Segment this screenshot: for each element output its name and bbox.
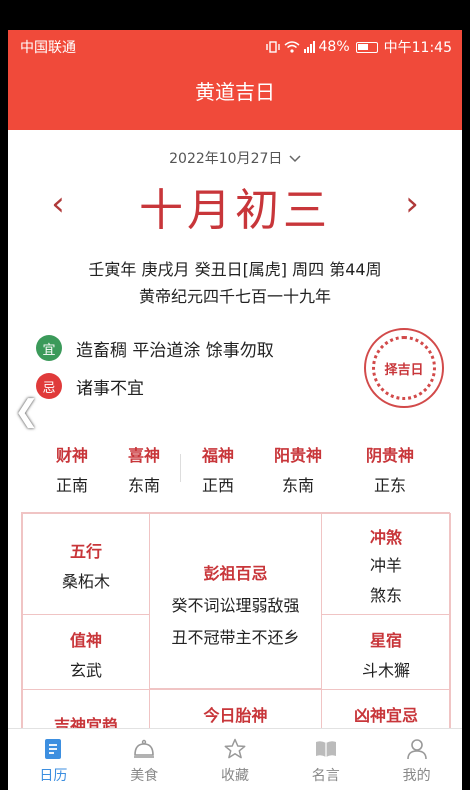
yi-text: 造畜稠 平治道涂 馀事勿取 [76, 340, 274, 361]
tab-label: 名言 [311, 768, 340, 784]
bottom-tab-bar: 日历 美食 收藏 名言 我的 [8, 728, 462, 790]
choose-auspicious-day-seal-button[interactable]: 择吉日 [364, 328, 444, 408]
ganzhi-line: 壬寅年 庚戌月 癸丑日[属虎] 周四 第44周 [88, 260, 382, 279]
back-gesture-icon[interactable]: ❮ [14, 394, 39, 429]
lunar-date: 十月初三 [139, 185, 331, 236]
god-value: 正西 [201, 476, 234, 495]
cell-title: 今日胎神 [203, 706, 268, 725]
god-title: 阳贵神 [273, 446, 322, 465]
god-caishen: 财神 正南 [32, 442, 112, 496]
cell-pengzu: 彭祖百忌 癸不词讼理弱敌强 丑不冠带主不还乡 [149, 513, 322, 689]
cell-line: 煞东 [369, 586, 402, 605]
main-content[interactable]: 2022年10月27日 ‹ 十月初三 › 壬寅年 庚戌月 癸丑日[属虎] 周四 … [8, 130, 462, 728]
page-title: 黄道吉日 [8, 60, 462, 130]
cell-line: 癸不词讼理弱敌强 [171, 596, 300, 615]
vibrate-icon [265, 41, 280, 53]
cell-title: 五行 [69, 542, 102, 561]
cell-value: 玄武 [69, 661, 102, 680]
wifi-icon [284, 41, 300, 53]
god-value: 正东 [373, 476, 406, 495]
user-icon [406, 739, 427, 760]
god-yangguishen: 阳贵神 东南 [258, 442, 338, 496]
tab-calendar[interactable]: 日历 [8, 729, 99, 790]
cell-title: 冲煞 [369, 528, 402, 547]
tab-label: 收藏 [220, 768, 249, 784]
cell-wuxing: 五行 桑柘木 [22, 513, 150, 615]
status-icons: 48% 中午11:45 [265, 37, 452, 57]
god-xishen: 喜神 东南 [104, 442, 184, 496]
cell-title: 凶神宜忌 [353, 706, 418, 725]
clock: 中午11:45 [383, 40, 452, 56]
god-value: 正南 [55, 476, 88, 495]
cell-xiongshen: 凶神宜忌 [321, 689, 451, 728]
god-title: 福神 [201, 446, 234, 465]
date-selector[interactable]: 2022年10月27日 [8, 148, 462, 168]
book-icon [315, 741, 336, 757]
next-day-button[interactable]: › [400, 186, 424, 222]
god-title: 喜神 [127, 446, 160, 465]
battery-icon [355, 41, 378, 53]
cell-title: 彭祖百忌 [203, 564, 268, 583]
tab-profile[interactable]: 我的 [371, 729, 462, 790]
seal-label: 择吉日 [372, 336, 436, 400]
cell-title: 吉神宜趋 [53, 716, 118, 728]
cell-jishen: 吉神宜趋 [22, 689, 150, 728]
tab-label: 我的 [402, 768, 431, 784]
tab-label: 美食 [130, 768, 159, 784]
era-line: 黄帝纪元四千七百一十九年 [138, 287, 331, 306]
cell-line: 丑不冠带主不还乡 [171, 628, 300, 647]
cell-chongsha: 冲煞 冲羊 煞东 [321, 513, 451, 615]
chevron-down-icon [289, 155, 301, 163]
date-label: 2022年10月27日 [169, 151, 283, 167]
gods-row: 财神 正南 喜神 东南 福神 正西 阳贵神 东南 阴贵神 正东 [8, 442, 462, 502]
cell-zhishen: 值神 玄武 [22, 614, 150, 690]
tab-quotes[interactable]: 名言 [280, 729, 371, 790]
cell-title: 星宿 [369, 631, 402, 650]
calendar-icon [45, 739, 62, 759]
yi-row: 宜 造畜稠 平治道涂 馀事勿取 [36, 335, 274, 361]
cell-value: 斗木獬 [361, 661, 410, 680]
app-screen: 中国联通 48% 中午11:45 黄道吉日 2022年10月27日 ‹ 十月初三… [8, 30, 462, 790]
god-fushen: 福神 正西 [178, 442, 258, 496]
yi-badge: 宜 [36, 335, 62, 361]
ji-text: 诸事不宜 [76, 378, 144, 399]
god-title: 阴贵神 [365, 446, 414, 465]
ji-row: 忌 诸事不宜 [36, 373, 144, 399]
tab-favorites[interactable]: 收藏 [190, 729, 281, 790]
cell-title: 值神 [69, 631, 102, 650]
ji-badge: 忌 [36, 373, 62, 399]
cell-value: 桑柘木 [61, 572, 110, 591]
god-value: 东南 [127, 476, 160, 495]
carrier-label: 中国联通 [20, 40, 76, 56]
tab-label: 日历 [39, 768, 68, 784]
god-yinguishen: 阴贵神 正东 [350, 442, 430, 496]
god-title: 财神 [55, 446, 88, 465]
god-value: 东南 [281, 476, 314, 495]
almanac-grid: 五行 桑柘木 彭祖百忌 癸不词讼理弱敌强 丑不冠带主不还乡 冲煞 冲羊 煞东 值… [21, 512, 451, 728]
battery-percent: 48% [318, 39, 350, 55]
cell-taishen: 今日胎神 [149, 689, 322, 728]
status-bar: 中国联通 48% 中午11:45 [8, 30, 462, 60]
star-icon [224, 738, 246, 759]
cell-line: 冲羊 [369, 556, 402, 575]
food-cloche-icon [134, 739, 155, 758]
tab-food[interactable]: 美食 [99, 729, 190, 790]
chevron-right-icon: › [405, 184, 419, 224]
cell-xingxiu: 星宿 斗木獬 [321, 614, 451, 690]
signal-icon [303, 41, 315, 53]
